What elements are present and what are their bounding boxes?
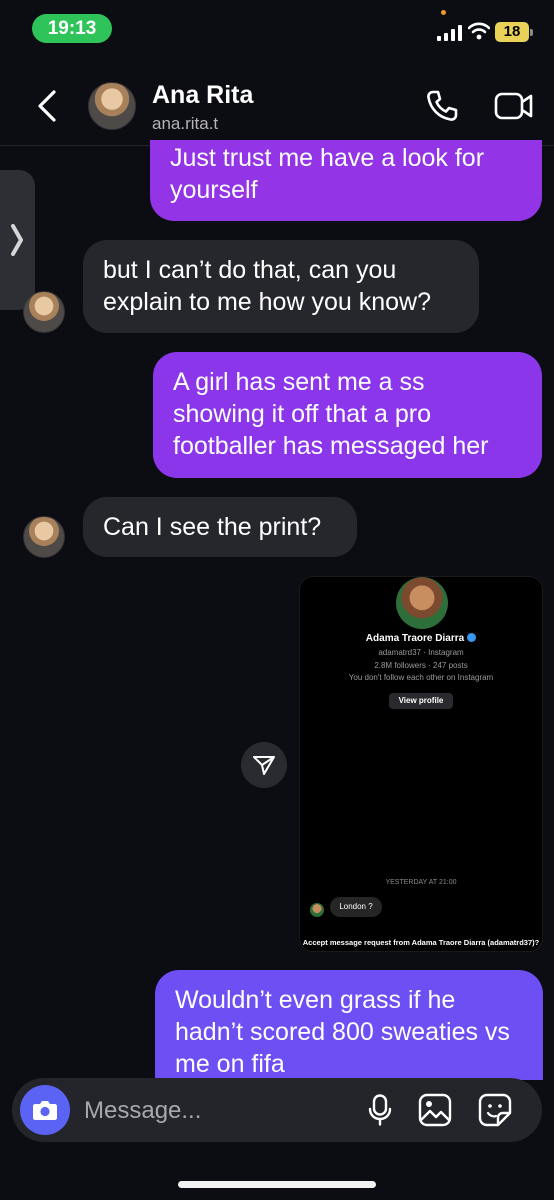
- outgoing-message[interactable]: A girl has sent me a ss showing it off t…: [153, 352, 542, 478]
- status-time: 19:13: [32, 14, 112, 43]
- message-composer: Message...: [12, 1078, 542, 1142]
- verified-badge-icon: [467, 633, 477, 642]
- wifi-icon: [468, 22, 490, 40]
- shot-profile-stats: 2.8M followers · 247 posts: [374, 661, 468, 670]
- shot-profile-handle: adamatrd37 · Instagram: [378, 648, 464, 657]
- contact-name[interactable]: Ana Rita: [152, 81, 253, 110]
- send-icon: [253, 756, 275, 775]
- share-button[interactable]: [241, 742, 287, 788]
- shot-message: London ?: [330, 897, 382, 917]
- microphone-icon[interactable]: [368, 1094, 392, 1126]
- shot-view-profile-button: View profile: [389, 693, 453, 709]
- incoming-message[interactable]: Can I see the print?: [83, 497, 357, 557]
- chat-header: Ana Rita ana.rita.t: [0, 66, 554, 146]
- contact-username[interactable]: ana.rita.t: [152, 114, 218, 134]
- sender-avatar[interactable]: [23, 516, 65, 558]
- outgoing-message[interactable]: Wouldn’t even grass if he hadn’t scored …: [155, 970, 543, 1080]
- shot-profile-avatar: [396, 577, 448, 629]
- camera-button[interactable]: [20, 1085, 70, 1135]
- contact-avatar[interactable]: [88, 82, 136, 130]
- cellular-signal-icon: [437, 25, 462, 41]
- chevron-right-icon: [11, 224, 23, 256]
- chevron-left-icon[interactable]: [32, 86, 62, 126]
- phone-icon[interactable]: [424, 88, 460, 124]
- shared-screenshot[interactable]: Adama Traore Diarra adamatrd37 · Instagr…: [299, 576, 543, 952]
- outgoing-message[interactable]: Just trust me have a look for yourself: [150, 140, 542, 221]
- shot-profile-name: Adama Traore Diarra: [300, 633, 542, 644]
- shot-follow-note: You don't follow each other on Instagram: [348, 673, 494, 682]
- privacy-indicator-dot: [441, 10, 446, 15]
- sender-avatar[interactable]: [23, 291, 65, 333]
- status-bar: 19:13 18: [0, 0, 554, 60]
- shot-message-avatar: [310, 903, 324, 917]
- shot-accept-prompt: Accept message request from Adama Traore…: [302, 938, 540, 947]
- incoming-message[interactable]: but I can’t do that, can you explain to …: [83, 240, 479, 333]
- image-icon[interactable]: [418, 1093, 452, 1127]
- video-camera-icon[interactable]: [494, 90, 534, 122]
- battery-indicator: 18: [495, 22, 533, 42]
- sticker-icon[interactable]: [478, 1093, 512, 1127]
- side-panel-handle[interactable]: [0, 170, 35, 310]
- camera-icon: [33, 1101, 57, 1120]
- shot-timestamp: YESTERDAY AT 21:00: [385, 879, 457, 886]
- home-indicator[interactable]: [178, 1181, 376, 1188]
- message-input[interactable]: Message...: [84, 1097, 201, 1125]
